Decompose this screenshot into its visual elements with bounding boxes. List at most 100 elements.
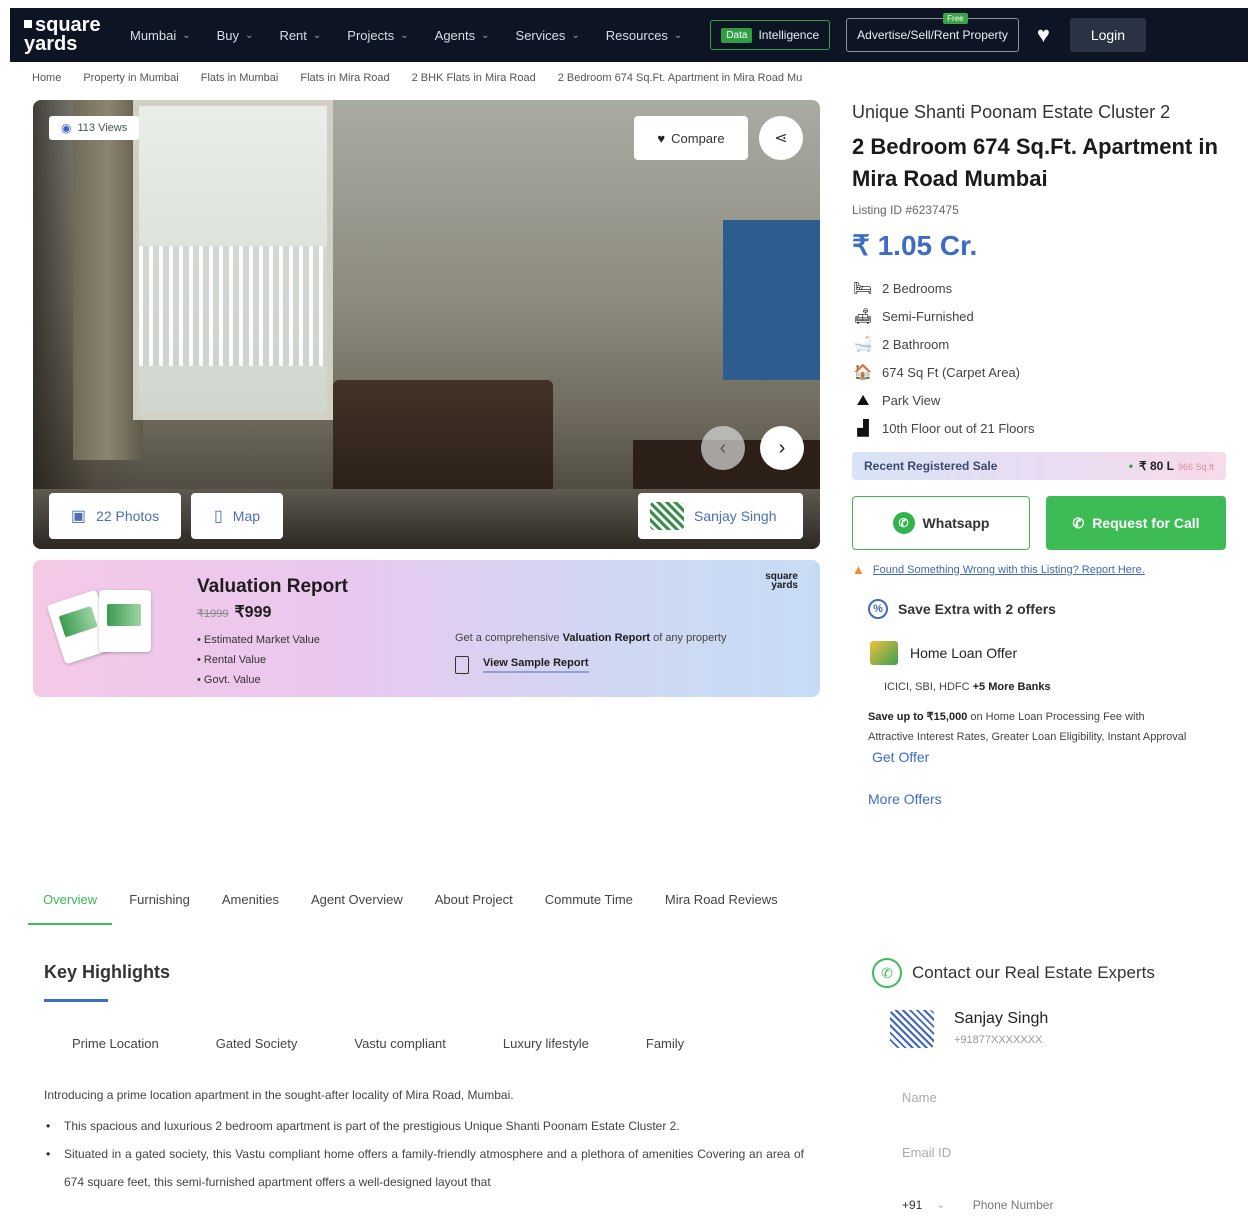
contact-experts-heading: ✆ Contact our Real Estate Experts [872, 958, 1232, 988]
expert-agent-name: Sanjay Singh [954, 1010, 1049, 1027]
dot-icon: • [1128, 459, 1133, 473]
phone-field[interactable]: Phone Number [973, 1198, 1054, 1212]
highlight-chip: Vastu compliant [354, 1036, 446, 1051]
property-title: 2 Bedroom 674 Sq.Ft. Apartment in Mira R… [852, 134, 1218, 191]
loan-banks: ICICI, SBI, HDFC +5 More Banks [884, 681, 1051, 693]
list-item: This spacious and luxurious 2 bedroom ap… [44, 1112, 804, 1140]
section-tabs: Overview Furnishing Amenities Agent Over… [28, 880, 795, 925]
valuation-report-banner[interactable]: Valuation Report ₹1999 ₹999 Estimated Mar… [33, 560, 820, 697]
breadcrumb-item[interactable]: 2 BHK Flats in Mira Road [412, 72, 536, 84]
share-button[interactable]: ⋖ [759, 116, 803, 160]
gallery-prev-button[interactable]: ‹ [701, 426, 745, 470]
tab-amenities[interactable]: Amenities [207, 880, 294, 925]
chevron-down-icon: ⌄ [312, 29, 322, 41]
breadcrumb-item[interactable]: Flats in Mumbai [201, 72, 279, 84]
contact-experts-panel: ✆ Contact our Real Estate Experts Sanjay… [872, 958, 1232, 1212]
nav-item-resources[interactable]: Resources ⌄ [606, 28, 683, 43]
breadcrumb-item[interactable]: Property in Mumbai [83, 72, 178, 84]
key-highlights-title: Key Highlights [44, 962, 171, 982]
compare-button[interactable]: ♥ Compare [634, 116, 748, 160]
breadcrumb: Home Property in Mumbai Flats in Mumbai … [32, 72, 848, 84]
feature-view: ⛰ Park View [852, 386, 1232, 414]
nav-item-services[interactable]: Services ⌄ [516, 28, 580, 43]
photos-button[interactable]: ▣ 22 Photos [49, 493, 181, 539]
report-listing-link[interactable]: ▲ Found Something Wrong with this Listin… [852, 562, 1232, 577]
get-offer-link[interactable]: Get Offer [872, 749, 929, 765]
data-tag: Data [721, 27, 753, 43]
valuation-old-price: ₹1999 [197, 608, 229, 620]
overview-intro: Introducing a prime location apartment i… [44, 1088, 514, 1102]
bed-icon: 🛏 [853, 280, 873, 297]
logo[interactable]: square yards [10, 15, 130, 55]
photo-gallery[interactable]: ◉ 113 Views ♥ Compare ⋖ ‹ › ▣ 22 Photos … [33, 100, 820, 549]
breadcrumb-item-current: 2 Bedroom 674 Sq.Ft. Apartment in Mira R… [557, 72, 803, 84]
email-field[interactable]: Email ID [872, 1145, 1232, 1160]
valuation-features: Estimated Market Value Rental Value Govt… [197, 630, 320, 690]
whatsapp-button[interactable]: ✆ Whatsapp [852, 496, 1030, 550]
nav-item-projects[interactable]: Projects ⌄ [347, 28, 408, 43]
offers-heading: % Save Extra with 2 offers [852, 599, 1232, 619]
phone-icon: ✆ [872, 958, 902, 988]
nav-item-mumbai[interactable]: Mumbai ⌄ [130, 28, 191, 43]
tab-furnishing[interactable]: Furnishing [114, 880, 205, 925]
login-button[interactable]: Login [1069, 18, 1146, 52]
stairs-icon: ▟ [857, 420, 869, 437]
view-sample-report-link[interactable]: View Sample Report [455, 656, 589, 674]
chevron-down-icon: ⌄ [571, 29, 580, 41]
chevron-down-icon: ⌄ [400, 29, 409, 41]
photo-window [133, 100, 333, 420]
nav-item-rent[interactable]: Rent ⌄ [279, 28, 321, 43]
avatar [890, 1010, 934, 1048]
share-icon: ⋖ [774, 130, 788, 147]
tab-overview[interactable]: Overview [28, 880, 113, 925]
recent-registered-sale[interactable]: Recent Registered Sale • ₹ 80 L 966 Sq.ft [852, 452, 1226, 480]
phone-field-row: +91 ⌄ Phone Number [872, 1198, 1232, 1212]
listing-id: Listing ID #6237475 [852, 203, 959, 217]
feature-furnishing: 🛋 Semi-Furnished [853, 308, 974, 325]
heart-icon[interactable]: ♥ [1037, 22, 1050, 48]
home-loan-offer[interactable]: Home Loan Offer [852, 641, 1232, 665]
feature-bedrooms: 🛏 2 Bedrooms [853, 280, 953, 297]
nav-item-buy[interactable]: Buy ⌄ [217, 28, 254, 43]
breadcrumb-item[interactable]: Home [32, 72, 61, 84]
list-item: Rental Value [197, 650, 320, 670]
data-intelligence-label: Intelligence [758, 28, 820, 42]
data-intelligence-button[interactable]: Data Intelligence [710, 20, 831, 50]
chevron-down-icon: ⌄ [673, 29, 683, 41]
tab-agent-overview[interactable]: Agent Overview [296, 880, 418, 925]
name-field[interactable]: Name [872, 1090, 1232, 1105]
valuation-brand-logo: square yards [765, 571, 798, 591]
bathtub-icon: 🛁 [853, 336, 873, 353]
loan-description: Save up to ₹15,000 on Home Loan Processi… [868, 711, 1187, 765]
eye-icon: ◉ [61, 121, 72, 135]
tab-commute-time[interactable]: Commute Time [530, 880, 648, 925]
document-icon [455, 656, 469, 674]
park-icon: ⛰ [856, 391, 870, 409]
request-call-button[interactable]: ✆ Request for Call [1046, 496, 1226, 550]
list-item: Estimated Market Value [197, 630, 320, 650]
highlight-chip: Prime Location [72, 1036, 159, 1051]
expert-agent: Sanjay Singh +91877XXXXXXX [872, 1010, 1232, 1048]
nav-item-agents[interactable]: Agents ⌄ [435, 28, 490, 43]
tab-about-project[interactable]: About Project [420, 880, 528, 925]
country-code-select[interactable]: +91 [902, 1198, 922, 1212]
project-name[interactable]: Unique Shanti Poonam Estate Cluster 2 [852, 102, 1232, 123]
expert-agent-phone: +91877XXXXXXX [954, 1034, 1043, 1046]
sofa-icon: 🛋 [853, 308, 873, 325]
valuation-new-price: ₹999 [234, 604, 272, 621]
logo-text-bottom: yards [24, 33, 78, 55]
advertise-property-button[interactable]: Free Advertise/Sell/Rent Property [846, 13, 1019, 52]
gallery-agent-button[interactable]: Sanjay Singh [638, 493, 803, 539]
map-button[interactable]: ▯ Map [191, 493, 283, 539]
phone-icon: ✆ [1072, 514, 1085, 531]
nav-menu: Mumbai ⌄ Buy ⌄ Rent ⌄ Projects ⌄ Agents ⌄ Ser… [130, 8, 708, 62]
agent-avatar [650, 502, 684, 530]
contact-buttons: ✆ Whatsapp ✆ Request for Call [852, 496, 1232, 550]
tab-mira-road-reviews[interactable]: Mira Road Reviews [650, 880, 793, 925]
more-offers-link[interactable]: More Offers [852, 791, 1232, 807]
valuation-price: ₹1999 ₹999 [197, 602, 271, 622]
chevron-right-icon: › [778, 436, 786, 459]
gallery-next-button[interactable]: › [760, 426, 804, 470]
breadcrumb-item[interactable]: Flats in Mira Road [300, 72, 389, 84]
property-features: 🛏 2 Bedrooms 🛋 Semi-Furnished 🛁 2 Bathroom … [852, 274, 1232, 442]
